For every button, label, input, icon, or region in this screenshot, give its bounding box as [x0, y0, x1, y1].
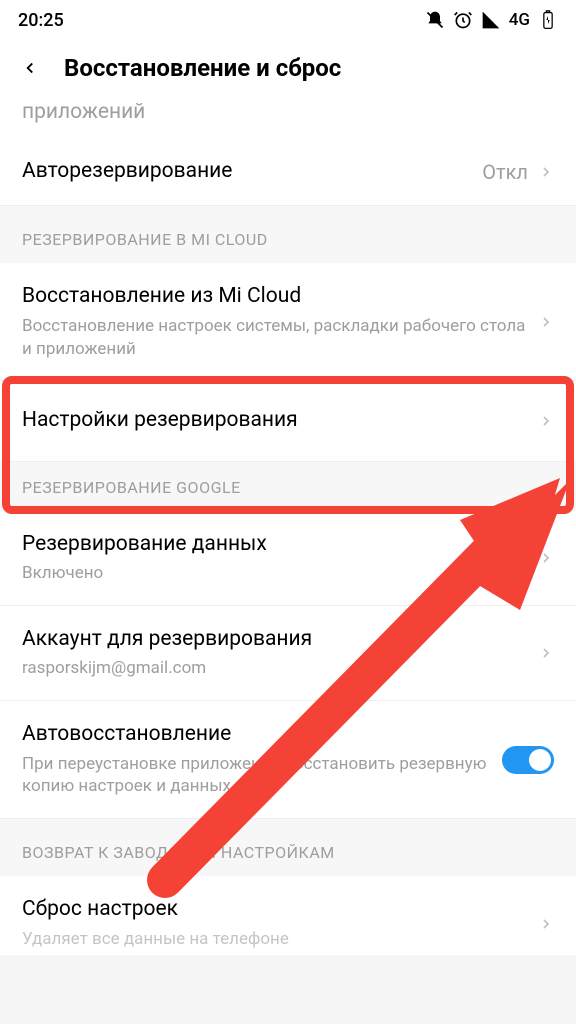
- battery-icon: [538, 10, 558, 30]
- section-factory: ВОЗВРАТ К ЗАВОДСКИМ НАСТРОЙКАМ: [0, 819, 576, 876]
- row-title: Аккаунт для резервирования: [22, 626, 538, 653]
- chevron-right-icon: [538, 413, 554, 429]
- row-title: Настройки резервирования: [22, 407, 538, 434]
- mute-icon: [425, 10, 445, 30]
- status-time: 20:25: [18, 10, 64, 31]
- chevron-right-icon: [538, 164, 554, 180]
- row-subtitle: Восстановление настроек системы, расклад…: [22, 315, 538, 361]
- chevron-left-icon: [21, 59, 39, 77]
- chevron-right-icon: [538, 550, 554, 566]
- row-title: Автовосстановление: [22, 721, 488, 748]
- truncated-row: приложений: [0, 100, 576, 138]
- row-subtitle: Включено: [22, 562, 538, 585]
- row-restore-mi-cloud[interactable]: Восстановление из Mi Cloud Восстановлени…: [0, 263, 576, 381]
- status-icons: 4G: [425, 10, 558, 30]
- alarm-icon: [453, 10, 473, 30]
- status-bar: 20:25 4G: [0, 0, 576, 40]
- row-subtitle: Удаляет все данные на телефоне: [22, 928, 538, 951]
- row-title: Авторезервирование: [22, 158, 482, 185]
- row-title: Восстановление из Mi Cloud: [22, 283, 538, 310]
- row-auto-restore[interactable]: Автовосстановление При переустановке при…: [0, 701, 576, 819]
- row-reset-settings[interactable]: Сброс настроек Удаляет все данные на тел…: [0, 876, 576, 954]
- chevron-right-icon: [538, 314, 554, 330]
- signal-icon: [481, 10, 501, 30]
- row-subtitle: rasporskijm@gmail.com: [22, 657, 538, 680]
- row-backup-settings[interactable]: Настройки резервирования: [0, 381, 576, 461]
- toggle-auto-restore[interactable]: [502, 746, 554, 774]
- network-label: 4G: [509, 10, 530, 30]
- chevron-right-icon: [538, 916, 554, 932]
- chevron-right-icon: [538, 645, 554, 661]
- header: Восстановление и сброс: [0, 40, 576, 100]
- section-google: РЕЗЕРВИРОВАНИЕ GOOGLE: [0, 462, 576, 511]
- row-subtitle: При переустановке приложения восстановит…: [22, 753, 488, 799]
- row-backup-account[interactable]: Аккаунт для резервирования rasporskijm@g…: [0, 606, 576, 701]
- page-title: Восстановление и сброс: [64, 54, 341, 82]
- row-data-backup[interactable]: Резервирование данных Включено: [0, 511, 576, 606]
- section-mi-cloud: РЕЗЕРВИРОВАНИЕ В MI CLOUD: [0, 206, 576, 263]
- row-title: Сброс настроек: [22, 896, 538, 923]
- row-title: Резервирование данных: [22, 531, 538, 558]
- row-auto-backup[interactable]: Авторезервирование Откл: [0, 138, 576, 206]
- row-value: Откл: [482, 160, 528, 184]
- back-button[interactable]: [18, 56, 42, 80]
